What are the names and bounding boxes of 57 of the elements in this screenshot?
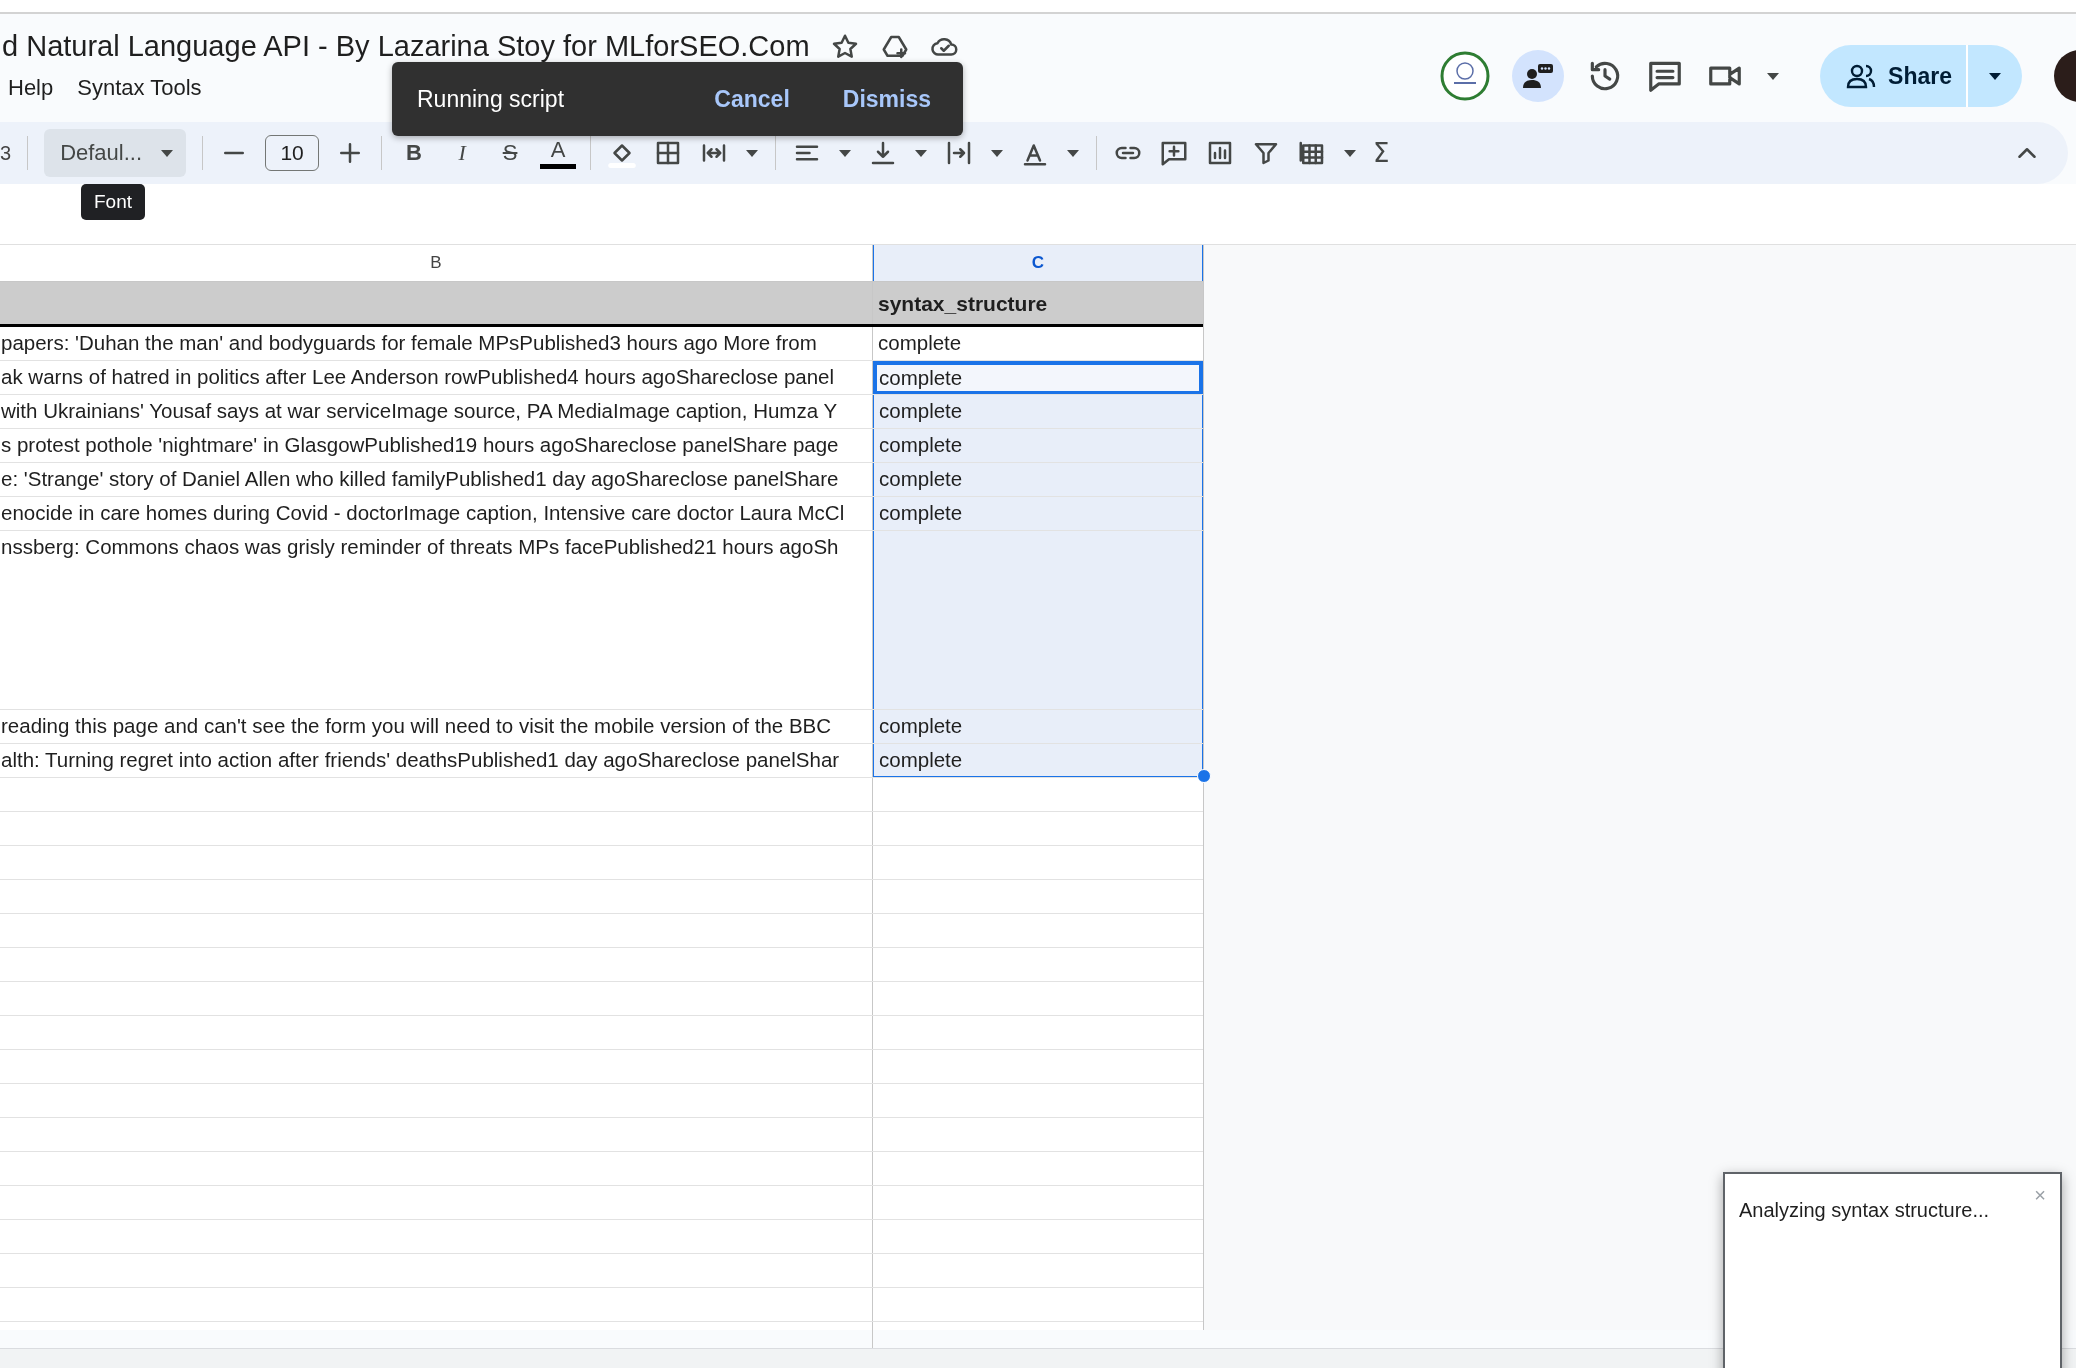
caret-icon bbox=[1987, 71, 2003, 81]
font-dropdown[interactable]: Defaul... bbox=[44, 129, 187, 177]
selected-cell[interactable]: complete bbox=[873, 710, 1203, 743]
status-cell-text: complete bbox=[878, 432, 964, 457]
selected-cell[interactable]: complete bbox=[873, 395, 1203, 428]
status-cell-text: complete bbox=[878, 500, 964, 525]
italic-button[interactable]: I bbox=[446, 140, 479, 166]
status-cell-text: complete bbox=[878, 466, 964, 491]
selected-cell[interactable]: complete bbox=[873, 327, 1203, 360]
people-icon bbox=[1846, 63, 1877, 89]
selected-cell[interactable]: complete bbox=[873, 361, 1203, 394]
table-cell-text: reading this page and can't see the form you will need to visit the mobile version of the BBC bbox=[0, 713, 833, 738]
status-cell-text: complete bbox=[878, 747, 964, 772]
status-cell-text: complete bbox=[877, 330, 963, 355]
font-size-field[interactable]: 10 bbox=[265, 135, 320, 171]
tooltip: Font bbox=[81, 184, 146, 220]
align-caret-icon[interactable] bbox=[838, 148, 853, 158]
status-cell-text: complete bbox=[878, 365, 964, 390]
status-cell-text: complete bbox=[878, 713, 964, 738]
valign-caret-icon[interactable] bbox=[914, 148, 929, 158]
table-cell-text: enocide in care homes during Covid - doctorImage caption, Intensive care doctor Laura McCl bbox=[0, 500, 846, 525]
wrap-caret-icon[interactable] bbox=[990, 148, 1005, 158]
table-cell-text: alth: Turning regret into action after friends' deathsPublished1 day agoShareclose panelShar bbox=[0, 747, 841, 772]
bold-button[interactable]: B bbox=[398, 140, 431, 166]
table-cell-text: s protest pothole 'nightmare' in GlasgowPublished19 hours agoShareclose panelShare page bbox=[0, 432, 840, 457]
logo-icon[interactable] bbox=[1440, 51, 1491, 101]
menu-item[interactable]: Help bbox=[8, 75, 54, 101]
snackbar-message: Running script bbox=[417, 85, 566, 113]
rotation-caret-icon[interactable] bbox=[1066, 148, 1081, 158]
text-color-button[interactable]: A bbox=[542, 137, 575, 169]
dialog-message: Analyzing syntax structure... bbox=[1739, 1199, 1990, 1222]
selected-cell[interactable]: complete bbox=[873, 429, 1203, 462]
snackbar-action[interactable]: Dismiss bbox=[842, 85, 931, 113]
table-cell-text: nssberg: Commons chaos was grisly reminder of threats MPs facePublished21 hours agoSh bbox=[0, 534, 840, 559]
merge-caret-icon[interactable] bbox=[745, 148, 760, 158]
table-caret-icon[interactable] bbox=[1343, 148, 1358, 158]
column-header[interactable]: C bbox=[873, 245, 1203, 281]
header-cell-text: syntax_structure bbox=[877, 291, 1049, 316]
table-cell-text: ak warns of hatred in politics after Lee Anderson rowPublished4 hours agoShareclose panel bbox=[0, 364, 836, 389]
strikethrough-button[interactable]: S bbox=[494, 140, 527, 166]
table-cell-text: papers: 'Duhan the man' and bodyguards for female MPsPublished3 hours ago More from bbox=[0, 330, 818, 355]
selection-handle[interactable] bbox=[1197, 769, 1211, 783]
caret-icon bbox=[160, 148, 175, 158]
selected-cell[interactable]: complete bbox=[873, 744, 1203, 777]
snackbar-action[interactable]: Cancel bbox=[714, 85, 790, 113]
selected-cell[interactable]: complete bbox=[873, 497, 1203, 530]
zoom-level[interactable]: 3 bbox=[0, 141, 12, 165]
table-cell-text: e: 'Strange' story of Daniel Allen who killed familyPublished1 day agoShareclose panelShare bbox=[0, 466, 840, 491]
menu-item[interactable]: Syntax Tools bbox=[77, 75, 202, 101]
collaborator-icon[interactable] bbox=[1512, 50, 1565, 102]
functions-button[interactable]: Σ bbox=[1373, 138, 1390, 168]
camera-caret-icon[interactable] bbox=[1766, 71, 1781, 81]
document-title[interactable]: d Natural Language API - By Lazarina Stoy for MLforSEO.Com bbox=[2, 30, 810, 63]
selected-cell[interactable] bbox=[873, 531, 1203, 709]
status-cell-text: complete bbox=[878, 398, 964, 423]
selected-cell[interactable]: complete bbox=[873, 463, 1203, 496]
table-cell-text: with Ukrainians' Yousaf says at war serviceImage source, PA MediaImage caption, Humza Y bbox=[0, 398, 839, 423]
